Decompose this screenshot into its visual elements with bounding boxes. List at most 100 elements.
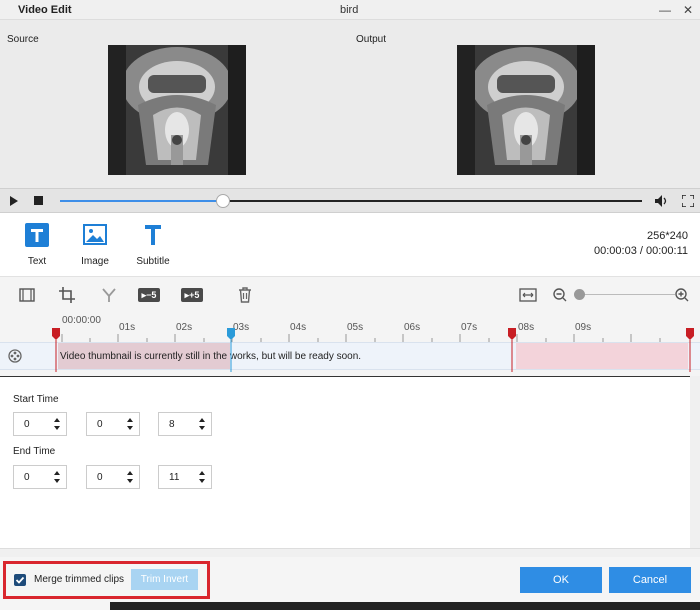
subtitle-tool[interactable]: Subtitle [128,223,178,267]
fit-width-icon [519,288,537,302]
start-time-label: Start Time [13,394,59,405]
skip-back-button[interactable]: ▸−5 [136,286,162,304]
resolution-readout: 256*240 [647,230,688,242]
output-video-frame [457,45,595,175]
tick-label: 04s [290,322,307,333]
spinner-arrows-icon [199,471,205,483]
reel-icon [8,349,22,366]
merge-label: Merge trimmed clips [34,574,125,585]
spinner-arrows-icon [127,418,133,430]
preview-area: Source Output [0,20,700,188]
volume-button[interactable] [652,189,672,212]
image-icon [83,223,107,247]
text-tool-label: Text [27,256,47,267]
close-button[interactable]: ✕ [678,1,698,19]
tick-label: 07s [461,322,478,333]
trim-end-marker[interactable] [508,328,516,375]
subtitle-tool-label: Subtitle [136,256,170,267]
tick-label: 01s [119,322,136,333]
end-minutes-spinner[interactable]: 0 [86,465,140,489]
tick-label: 08s [518,322,535,333]
delete-button[interactable] [236,286,254,304]
tick-label: 02s [176,322,193,333]
zoom-in-icon [675,288,689,302]
image-tool[interactable]: Image [70,223,120,267]
source-label: Source [7,34,39,45]
start-seconds-spinner[interactable]: 8 [158,412,212,436]
clip-track[interactable]: Video thumbnail is currently still in th… [0,342,700,370]
playback-bar [0,188,700,213]
cancel-button[interactable]: Cancel [609,567,691,593]
filmstrip-button[interactable] [18,286,36,304]
spinner-arrows-icon [127,471,133,483]
timeline[interactable]: 00:00:00 01s 02s 03s 04s 05s 06s 07s 08s… [0,312,700,376]
seek-slider[interactable] [60,194,642,208]
start-hours-spinner[interactable]: 0 [13,412,67,436]
trimmed-segment[interactable] [516,343,688,369]
text-tool[interactable]: Text [12,223,62,267]
subtitle-icon [141,223,165,247]
ok-button[interactable]: OK [520,567,602,593]
spinner-value: 0 [24,419,30,430]
end-hours-spinner[interactable]: 0 [13,465,67,489]
trim-time-panel: Start Time 0 0 8 End Time 0 0 11 [0,376,690,548]
edit-toolbar: ▸−5 ▸+5 [0,276,700,312]
seek-progress [60,200,223,202]
text-icon [25,223,49,247]
trim-start-marker[interactable] [52,328,60,375]
end-time-label: End Time [13,446,56,457]
zoom-handle[interactable] [574,289,585,300]
play-button[interactable] [4,189,24,212]
skip-back-label: ▸−5 [137,288,161,302]
spinner-value: 0 [24,472,30,483]
end-seconds-spinner[interactable]: 11 [158,465,212,489]
zoom-in-button[interactable] [673,286,691,304]
timeline-ruler: 00:00:00 01s 02s 03s 04s 05s 06s 07s 08s… [0,312,700,342]
tick-label: 03s [233,322,250,333]
horizontal-scrollbar[interactable] [0,548,700,557]
tick-label: 06s [404,322,421,333]
checkmark-icon [15,576,25,584]
merge-checkbox[interactable] [14,574,26,586]
split-icon [102,288,116,302]
clip-status-message: Video thumbnail is currently still in th… [60,351,362,362]
playhead-marker[interactable] [227,328,235,375]
output-label: Output [356,34,387,45]
crop-icon [59,287,75,303]
stop-icon [33,196,43,205]
filmstrip-icon [19,288,35,302]
clip-end-marker[interactable] [686,328,694,375]
fit-timeline-button[interactable] [518,286,538,304]
trash-icon [239,287,251,303]
title-bar: Video Edit bird — ✕ [0,0,700,20]
spinner-arrows-icon [199,418,205,430]
crop-button[interactable] [58,286,76,304]
seek-handle[interactable] [215,194,230,208]
spinner-value: 0 [97,472,103,483]
spinner-value: 11 [169,472,180,483]
zoom-out-icon [553,288,567,302]
skip-forward-label: ▸+5 [180,288,204,302]
minimize-button[interactable]: — [655,1,675,19]
tools-row: Text Image Subtitle 256*240 00:00:03 / 0… [0,213,700,276]
spinner-arrows-icon [54,418,60,430]
image-tool-label: Image [81,256,109,267]
vertical-scrollbar[interactable] [690,376,700,548]
zoom-out-button[interactable] [551,286,569,304]
fullscreen-icon [682,194,694,207]
trim-invert-button[interactable]: Trim Invert [131,569,198,590]
tick-label: 09s [575,322,592,333]
time-readout: 00:00:03 / 00:00:11 [594,245,688,257]
document-title: bird [340,4,359,16]
tick-label: 05s [347,322,364,333]
zoom-slider[interactable] [575,294,675,295]
window-title: Video Edit [18,4,72,16]
stop-button[interactable] [28,189,48,212]
skip-forward-button[interactable]: ▸+5 [179,286,205,304]
source-video-frame [108,45,246,175]
tick-label: 00:00:00 [62,315,101,326]
start-minutes-spinner[interactable]: 0 [86,412,140,436]
split-button[interactable] [100,286,118,304]
spinner-value: 8 [169,419,175,430]
fullscreen-button[interactable] [678,189,698,212]
